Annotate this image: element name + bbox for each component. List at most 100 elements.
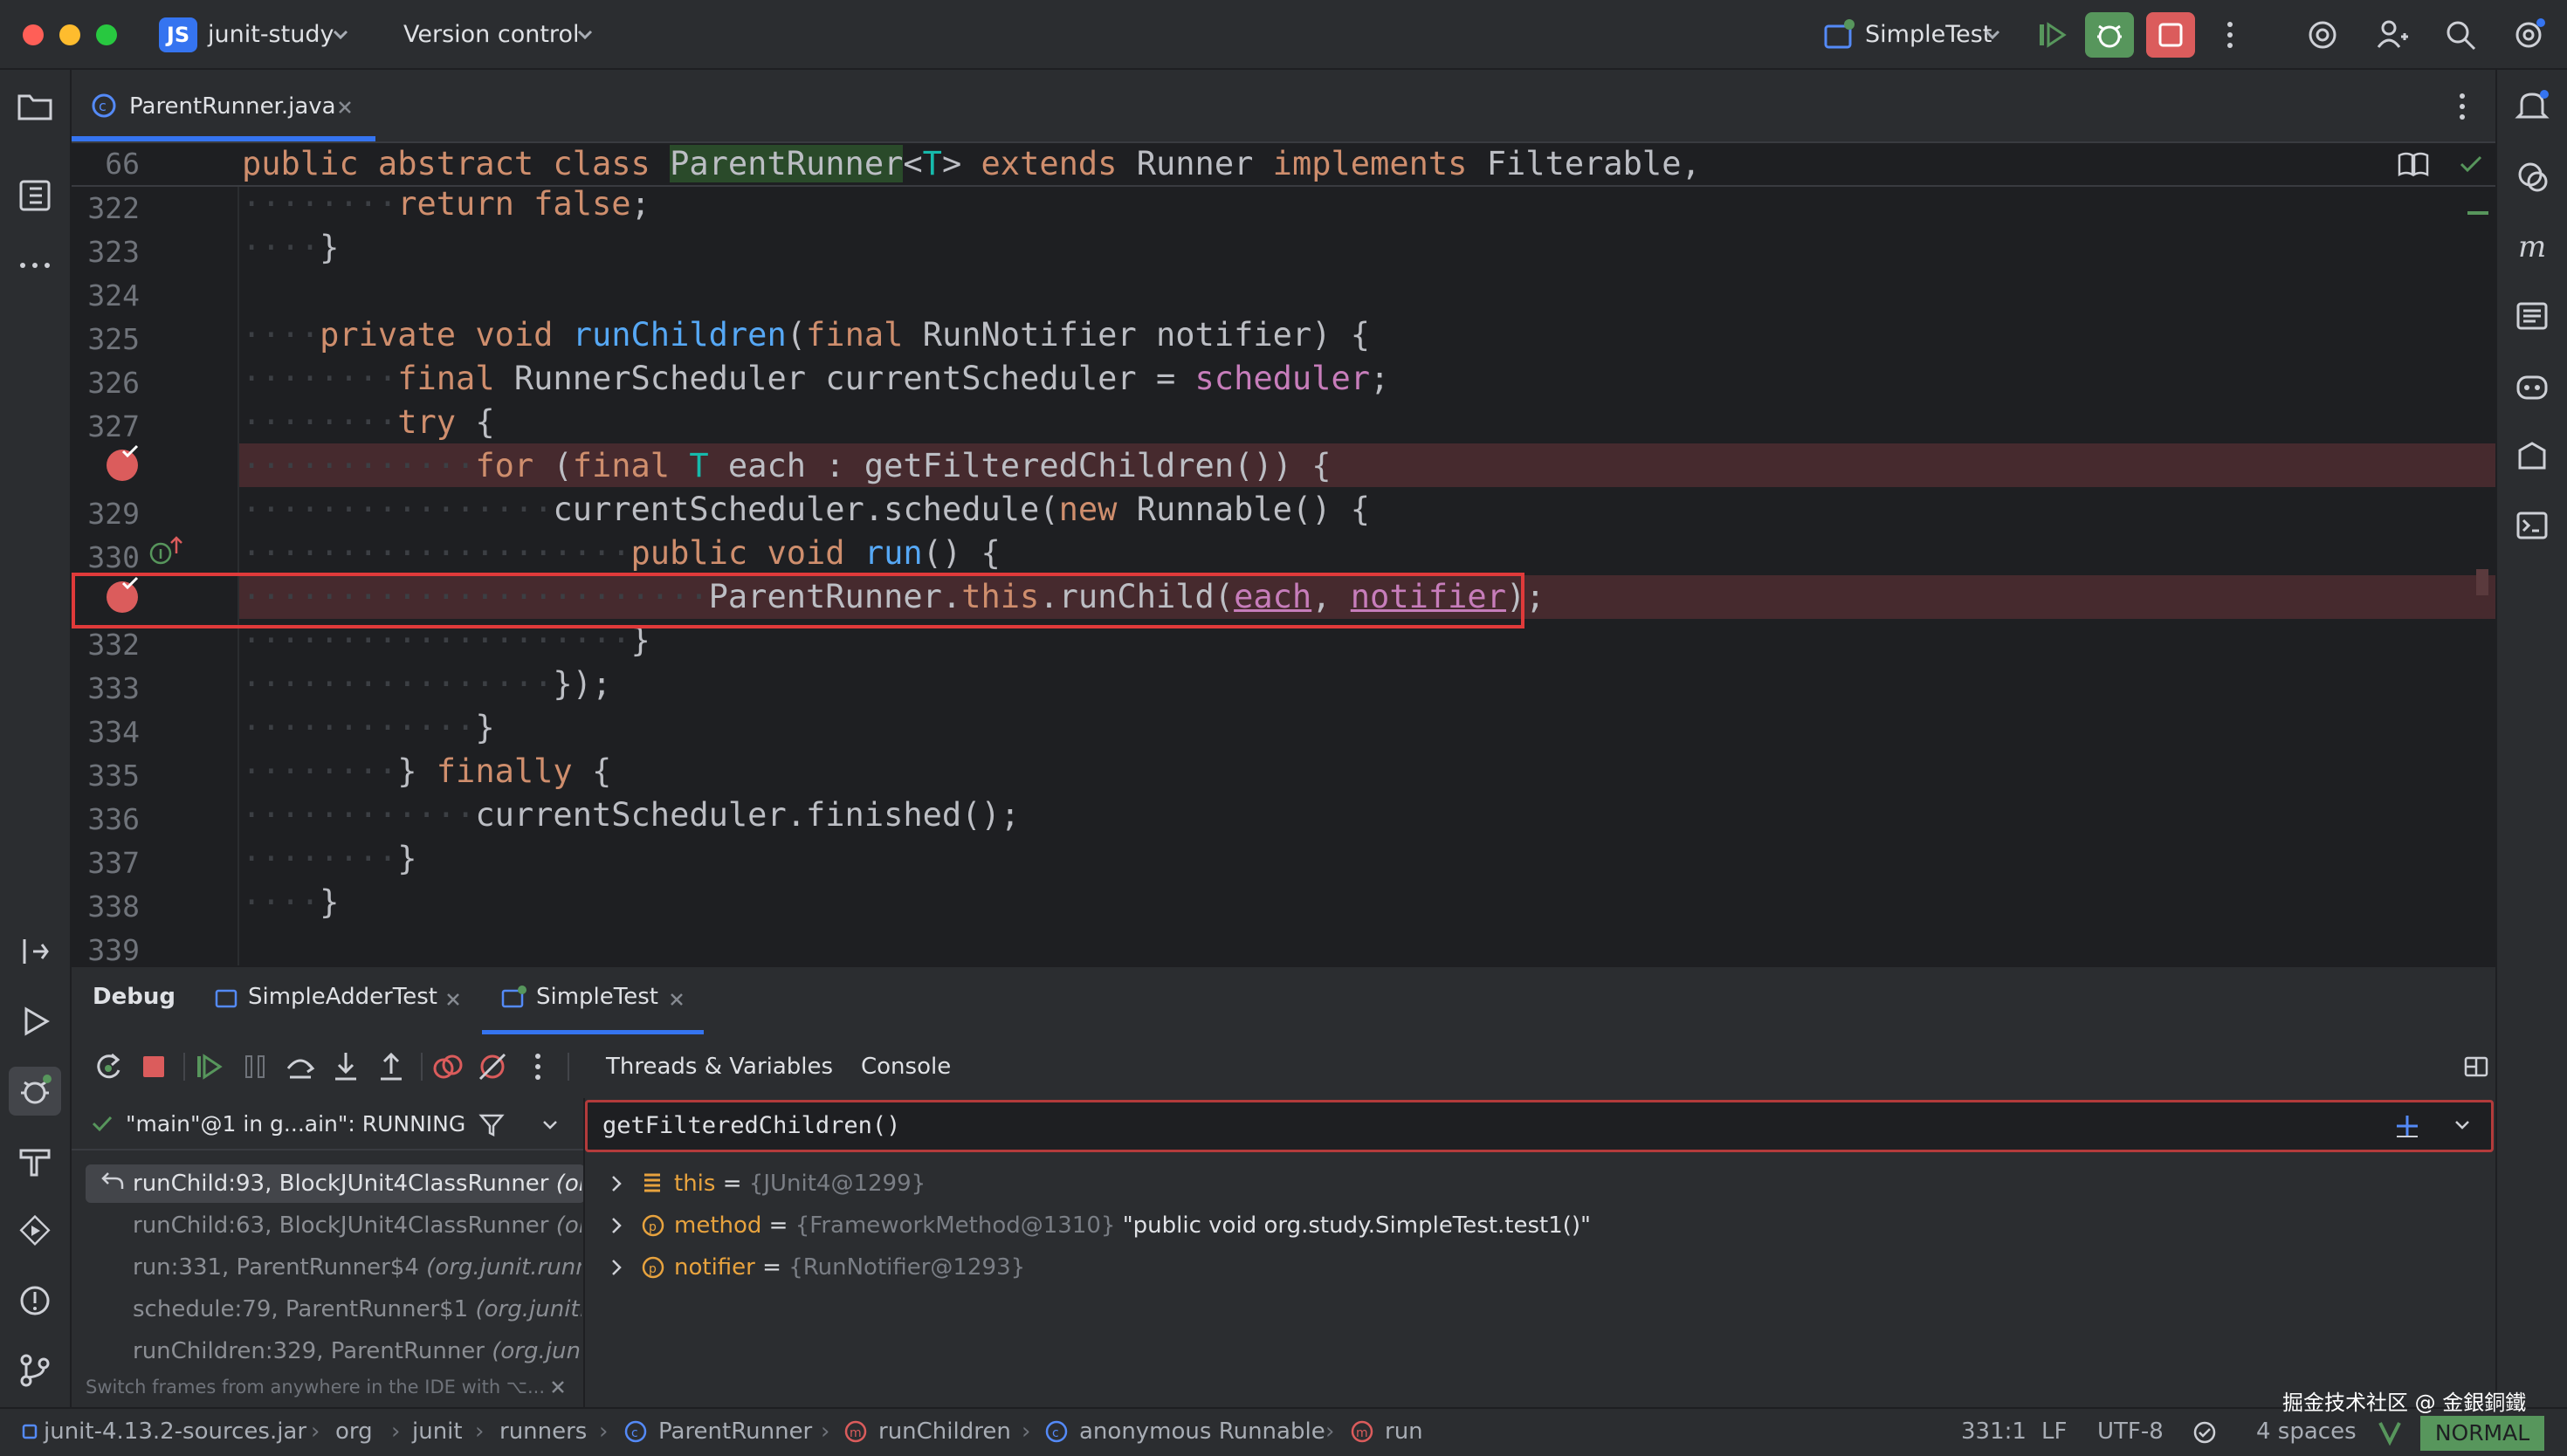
breadcrumb-run[interactable]: run bbox=[1385, 1407, 1423, 1456]
add-watch-icon[interactable] bbox=[2392, 1112, 2422, 1140]
code-line: ····} bbox=[242, 229, 340, 266]
close-window-button[interactable] bbox=[23, 24, 44, 45]
close-icon[interactable] bbox=[550, 1379, 566, 1395]
maven-icon[interactable]: m bbox=[2513, 227, 2551, 265]
chevron-down-icon[interactable] bbox=[541, 1119, 559, 1131]
debug-rerun-button[interactable] bbox=[2085, 12, 2134, 58]
layout-settings-icon[interactable] bbox=[2462, 1053, 2490, 1081]
step-into-icon[interactable] bbox=[328, 1049, 363, 1084]
search-icon[interactable] bbox=[2443, 17, 2478, 52]
filter-icon[interactable] bbox=[478, 1112, 505, 1137]
copilot-icon[interactable] bbox=[2513, 367, 2551, 405]
resume-icon[interactable] bbox=[2034, 17, 2069, 52]
implements-method-icon[interactable] bbox=[148, 534, 185, 567]
close-icon[interactable] bbox=[445, 992, 461, 1007]
mute-breakpoints-icon[interactable] bbox=[475, 1049, 510, 1084]
close-icon[interactable] bbox=[337, 100, 353, 115]
line-separator[interactable]: LF bbox=[2041, 1407, 2067, 1456]
session-tab-simpleaddertest[interactable]: SimpleAdderTest bbox=[248, 971, 437, 1023]
breadcrumb-package[interactable]: junit bbox=[412, 1407, 463, 1456]
code-line: ················}); bbox=[242, 665, 612, 703]
tab-console[interactable]: Console bbox=[861, 1040, 951, 1093]
caret-position[interactable]: 331:1 bbox=[1961, 1407, 2027, 1456]
breadcrumb-anonymous[interactable]: anonymous Runnable bbox=[1079, 1407, 1325, 1456]
rerun-icon[interactable] bbox=[91, 1049, 126, 1084]
chevron-down-icon[interactable] bbox=[2453, 1119, 2471, 1131]
maximize-window-button[interactable] bbox=[96, 24, 117, 45]
breadcrumb-package[interactable]: runners bbox=[499, 1407, 587, 1456]
active-session-indicator bbox=[482, 1030, 704, 1034]
terminal-icon[interactable] bbox=[2513, 506, 2551, 545]
project-folder-icon[interactable] bbox=[16, 87, 54, 126]
stop-button[interactable] bbox=[2146, 12, 2195, 58]
stack-frame[interactable]: schedule:79, ParentRunner$1 (org.junit.r… bbox=[133, 1290, 582, 1329]
more-vertical-icon[interactable] bbox=[2213, 17, 2247, 52]
check-icon bbox=[2460, 155, 2482, 173]
stack-frame[interactable]: runChild:93, BlockJUnit4ClassRunner (org bbox=[133, 1164, 582, 1203]
tab-threads-variables[interactable]: Threads & Variables bbox=[606, 1040, 833, 1093]
line-number: 338 bbox=[87, 889, 140, 924]
chevron-right-icon[interactable] bbox=[608, 1215, 625, 1236]
java-class-icon: c bbox=[92, 93, 116, 118]
resume-icon[interactable] bbox=[192, 1049, 227, 1084]
run-config-selector[interactable]: SimpleTest bbox=[1865, 0, 1992, 70]
stack-frame[interactable]: runChildren:329, ParentRunner (org.junit… bbox=[133, 1332, 582, 1370]
line-number: 330 bbox=[87, 540, 140, 574]
breadcrumb-package[interactable]: org bbox=[335, 1407, 373, 1456]
code-line: ········final RunnerScheduler currentSch… bbox=[242, 360, 1390, 397]
chevron-right-icon[interactable] bbox=[608, 1173, 625, 1194]
variable-notifier[interactable]: notifier = {RunNotifier@1293} bbox=[674, 1248, 1025, 1287]
settings-icon[interactable] bbox=[2511, 17, 2546, 52]
gradle-icon[interactable] bbox=[2513, 436, 2551, 475]
thread-selector[interactable]: "main"@1 in g...ain": RUNNING bbox=[126, 1100, 465, 1149]
evaluate-expression-text[interactable]: getFilteredChildren() bbox=[602, 1102, 900, 1150]
more-vertical-icon[interactable] bbox=[2445, 89, 2480, 124]
stop-icon[interactable] bbox=[136, 1049, 171, 1084]
debug-tool-button[interactable] bbox=[9, 1067, 61, 1116]
breadcrumb-separator: › bbox=[1022, 1418, 1031, 1445]
session-tab-simpletest[interactable]: SimpleTest bbox=[536, 971, 658, 1023]
problems-icon[interactable] bbox=[16, 1281, 54, 1320]
stack-frame[interactable]: runChild:63, BlockJUnit4ClassRunner (org bbox=[133, 1206, 582, 1245]
vim-icon[interactable] bbox=[2377, 1419, 2403, 1446]
add-user-icon[interactable] bbox=[2375, 17, 2410, 52]
reader-mode-icon[interactable] bbox=[2398, 150, 2429, 178]
database-icon[interactable] bbox=[2513, 297, 2551, 335]
close-icon[interactable] bbox=[669, 992, 685, 1007]
structure-icon[interactable] bbox=[16, 176, 54, 215]
field-stack-icon bbox=[644, 1173, 660, 1192]
breadcrumb-class[interactable]: ParentRunner bbox=[658, 1407, 812, 1456]
svg-text:c: c bbox=[631, 1426, 638, 1440]
variable-this[interactable]: this = {JUnit4@1299} bbox=[674, 1164, 926, 1203]
build-icon[interactable] bbox=[16, 1142, 54, 1180]
chevron-right-icon[interactable] bbox=[608, 1257, 625, 1278]
view-breakpoints-icon[interactable] bbox=[430, 1049, 465, 1084]
code-line: ········return false; bbox=[242, 185, 650, 223]
more-tools-icon[interactable] bbox=[16, 246, 54, 285]
code-line: ····················public void run() { bbox=[242, 534, 1001, 572]
git-branch-icon[interactable] bbox=[16, 1351, 54, 1390]
tab-parentrunner-java[interactable]: c ParentRunner.java bbox=[79, 72, 375, 141]
minimize-window-button[interactable] bbox=[59, 24, 80, 45]
variable-method[interactable]: method = {FrameworkMethod@1310} "public … bbox=[674, 1206, 1591, 1245]
more-vertical-icon[interactable] bbox=[520, 1049, 555, 1084]
version-control-menu[interactable]: Version control bbox=[403, 0, 579, 70]
project-badge[interactable]: JS bbox=[159, 17, 197, 52]
project-name[interactable]: junit-study bbox=[208, 0, 334, 70]
notifications-icon[interactable] bbox=[2513, 87, 2551, 126]
step-over-icon[interactable] bbox=[283, 1049, 318, 1084]
commit-icon[interactable] bbox=[16, 932, 54, 971]
pause-icon[interactable] bbox=[237, 1049, 272, 1084]
ai-assistant-icon[interactable] bbox=[2305, 17, 2340, 52]
breadcrumb-jar[interactable]: junit-4.13.2-sources.jar bbox=[44, 1407, 306, 1456]
file-encoding[interactable]: UTF-8 bbox=[2097, 1407, 2164, 1456]
services-icon[interactable] bbox=[16, 1212, 54, 1250]
run-icon[interactable] bbox=[16, 1002, 54, 1040]
svg-text:p: p bbox=[649, 1220, 657, 1234]
ai-chat-icon[interactable] bbox=[2513, 157, 2551, 196]
stack-frame[interactable]: run:331, ParentRunner$4 (org.junit.runne… bbox=[133, 1248, 582, 1287]
inspections-icon[interactable] bbox=[2192, 1419, 2218, 1446]
run-config-icon bbox=[215, 989, 237, 1008]
step-out-icon[interactable] bbox=[374, 1049, 409, 1084]
breadcrumb-method[interactable]: runChildren bbox=[878, 1407, 1011, 1456]
